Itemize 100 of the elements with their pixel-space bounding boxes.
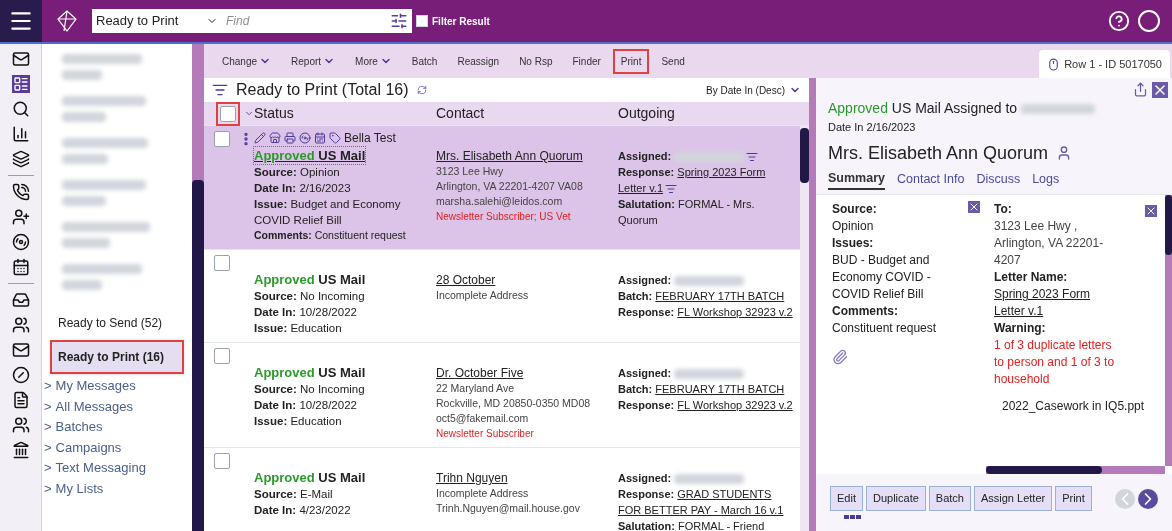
redacted-text (62, 196, 106, 206)
close-icon[interactable] (1145, 205, 1157, 218)
contact-name[interactable]: Trihn Nguyen (436, 470, 618, 486)
sidebar-group[interactable]: My Messages (55, 376, 136, 397)
find-input[interactable]: Find (222, 12, 390, 30)
filter-icon[interactable] (212, 82, 228, 98)
column-header[interactable]: Contact (436, 103, 618, 124)
action-button[interactable]: Batch (928, 486, 971, 511)
filter-icon[interactable] (665, 183, 678, 196)
sidebar-group[interactable]: My Lists (55, 478, 104, 499)
action-button[interactable]: Duplicate (865, 486, 926, 511)
sidebar-group[interactable]: Batches (55, 417, 103, 438)
refresh-icon[interactable] (416, 85, 427, 95)
filter-result-label: Filter Result (432, 14, 490, 29)
more-dots-icon[interactable] (844, 514, 861, 519)
share-icon[interactable] (1133, 82, 1148, 97)
column-header[interactable]: Status (254, 103, 436, 124)
outgoing-field: Batch: FEBRUARY 17TH BATCH (618, 288, 796, 304)
document-icon[interactable] (11, 391, 30, 409)
outgoing-field: Response: FL Workshop 32923 v.2 (618, 397, 796, 413)
toolbar-button[interactable]: Reassign (449, 48, 508, 74)
expand-arrow[interactable]: > (44, 417, 52, 438)
detail-tab[interactable]: Discuss (976, 168, 1021, 191)
toolbar-button[interactable]: Batch (403, 48, 446, 74)
sidebar-group[interactable]: Campaigns (55, 437, 122, 458)
inbox-icon[interactable] (11, 291, 30, 309)
toolbar-button[interactable]: Finder (564, 48, 609, 74)
sidebar-group[interactable]: Text Messaging (55, 458, 146, 479)
find-field[interactable]: Find (222, 9, 412, 33)
status-text[interactable]: Approved US Mail (254, 271, 366, 288)
pencil-icon[interactable] (254, 132, 266, 144)
expand-arrow[interactable]: > (44, 396, 52, 417)
close-icon[interactable] (1152, 82, 1168, 98)
toolbar-button[interactable]: More (347, 48, 400, 74)
action-button[interactable]: Print (1055, 486, 1092, 511)
users-icon[interactable] (11, 416, 30, 434)
toolbar-button[interactable]: Change (214, 48, 280, 74)
filter-result-checkbox[interactable] (416, 15, 428, 27)
checkbox[interactable] (214, 255, 230, 271)
view-select[interactable]: Ready to Print (92, 9, 222, 33)
column-header[interactable]: Outgoing (618, 103, 799, 124)
expand-arrow[interactable]: > (44, 376, 52, 397)
status-text[interactable]: Approved US Mail (254, 469, 366, 486)
circle-icon[interactable] (11, 366, 30, 384)
store-icon[interactable] (269, 132, 281, 144)
status-text[interactable]: Approved US Mail (254, 364, 366, 381)
toolbar-button[interactable]: Print (612, 48, 650, 74)
chart-icon[interactable] (11, 125, 30, 143)
toolbar-button[interactable]: Report (283, 48, 344, 74)
user-avatar[interactable] (1138, 10, 1160, 32)
detail-tab[interactable]: Logs (1032, 168, 1060, 191)
close-icon[interactable] (968, 201, 980, 214)
sidebar-item[interactable]: Ready to Send (52) (50, 306, 184, 340)
layers-icon[interactable] (11, 150, 30, 168)
help-icon[interactable] (1108, 10, 1130, 32)
tag-icon[interactable] (329, 132, 341, 144)
field-text: Date In: 10/28/2022 (254, 305, 358, 320)
contact-name[interactable]: 28 October (436, 272, 618, 288)
checkbox[interactable] (214, 131, 230, 147)
expand-arrow[interactable]: > (44, 478, 52, 499)
next-icon[interactable] (1138, 488, 1158, 509)
field-value[interactable]: Spring 2023 Form Letter v.1 (994, 286, 1124, 321)
search-icon[interactable] (11, 100, 30, 118)
toolbar-button[interactable]: No Rsp (511, 48, 561, 74)
phone-icon[interactable] (11, 183, 30, 201)
bank-icon[interactable] (11, 441, 30, 459)
users-icon[interactable] (11, 316, 30, 334)
action-button[interactable]: Assign Letter (973, 486, 1053, 511)
contact-name[interactable]: Mrs. Elisabeth Ann Quorum (436, 148, 618, 164)
detail-tab[interactable]: Summary (828, 168, 885, 191)
field-value: 3123 Lee Hwy , Arlington, VA 22201-4207 (994, 218, 1105, 270)
detail-heading: Approved US Mail Assigned to (828, 98, 1160, 119)
redacted-text (674, 152, 745, 163)
disc-icon[interactable] (11, 233, 30, 251)
sidebar-item[interactable]: Ready to Print (16) (50, 340, 184, 374)
list-icon[interactable] (11, 75, 30, 93)
detail-tab[interactable]: Contact Info (897, 168, 965, 191)
printer-icon[interactable] (284, 132, 296, 144)
checkbox[interactable] (214, 453, 230, 469)
add-user-icon[interactable] (11, 208, 30, 226)
filter-icon[interactable] (746, 151, 759, 164)
mail-icon[interactable] (11, 50, 30, 68)
paperclip-icon[interactable] (832, 349, 848, 366)
expand-arrow[interactable]: > (44, 458, 52, 479)
sidebar-group[interactable]: All Messages (55, 396, 133, 417)
filter-settings-icon[interactable] (390, 12, 408, 30)
attachment-name[interactable]: 2022_Casework in IQ5.ppt (1002, 398, 1145, 416)
action-button[interactable]: Edit (830, 486, 863, 511)
contact-name[interactable]: Dr. October Five (436, 365, 618, 381)
outgoing-field: Assigned: (618, 148, 796, 164)
toolbar-button[interactable]: Send (653, 48, 693, 74)
message-row[interactable] (204, 126, 800, 250)
expand-arrow[interactable]: > (44, 437, 52, 458)
calendar-icon[interactable] (11, 258, 30, 276)
status-text[interactable]: Approved US Mail (254, 147, 366, 164)
field-label: Letter Name: (994, 269, 1069, 287)
checkbox[interactable] (214, 348, 230, 364)
row-tab[interactable]: Row 1 - ID 5017050 (1039, 50, 1170, 78)
mail-icon[interactable] (11, 341, 30, 359)
sort-dropdown[interactable]: By Date In (Desc) (706, 82, 801, 98)
